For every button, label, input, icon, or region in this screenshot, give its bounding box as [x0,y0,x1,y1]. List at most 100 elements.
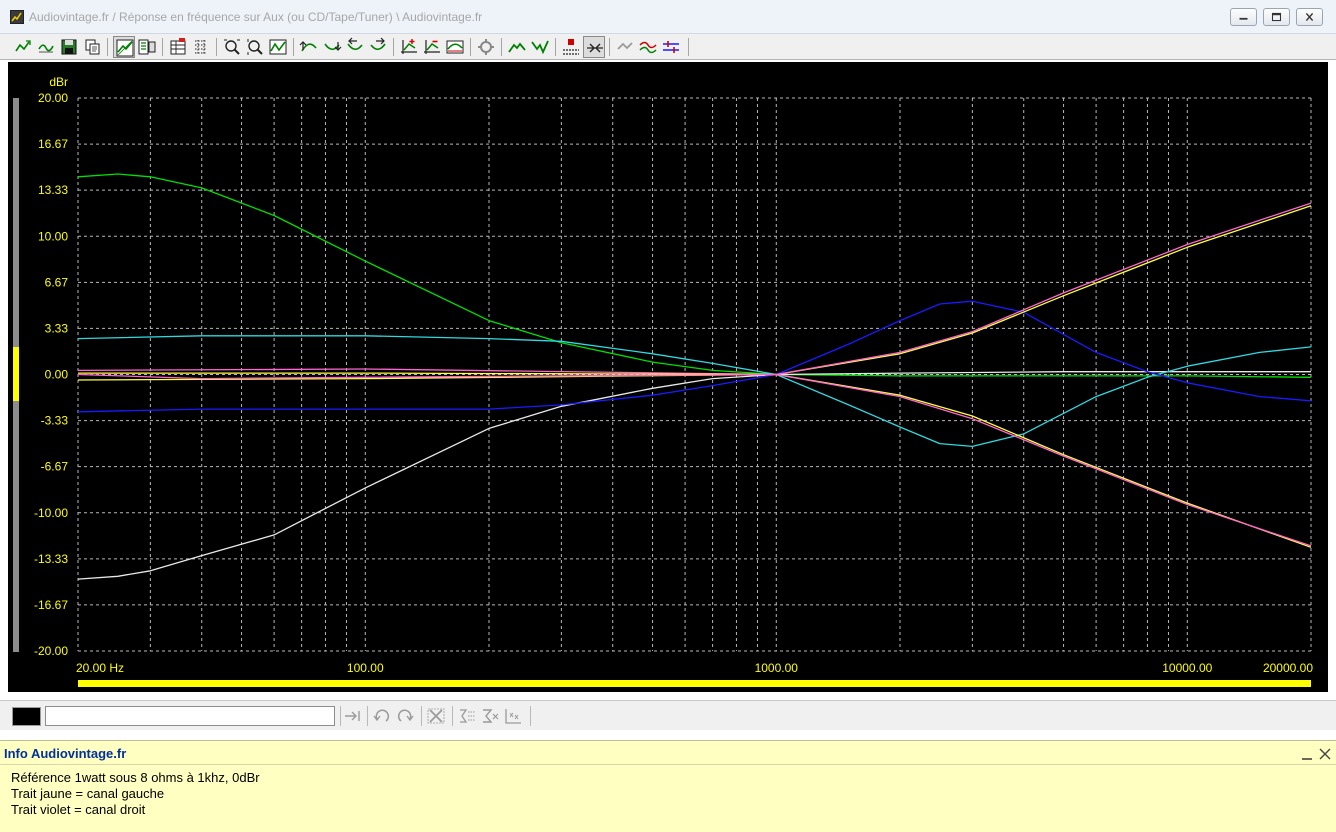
frequency-response-plot[interactable]: 20.00 16.67 13.33 10.00 6.67 3.33 0.00 -3.33 -6.… [8,62,1328,692]
adjust-icon[interactable] [660,36,682,58]
marker-curve-icon[interactable] [444,36,466,58]
y-tick-label: -16.67 [34,598,68,612]
cursor-down-icon[interactable] [506,36,528,58]
fit-curve-icon[interactable] [267,36,289,58]
level-scrollbar-thumb[interactable] [13,347,19,401]
pin-icon[interactable] [1300,747,1314,761]
frequency-scrollbar[interactable] [78,680,1311,687]
series-line-2 [77,371,1311,580]
graph-view-icon[interactable] [113,36,135,58]
info-divider [0,764,1336,765]
y-tick-label: -6.67 [41,460,69,474]
statusbar-separator [421,706,422,726]
rotate-right-icon[interactable] [394,706,416,726]
series-line-5 [77,205,1312,381]
statusbar-separator [340,706,341,726]
stats-icon[interactable] [502,706,524,726]
shift-right-icon[interactable] [367,36,389,58]
x-tick-label: 100.00 [347,661,384,675]
cursor-up-icon[interactable] [529,36,551,58]
y-tick-label: 10.00 [38,229,68,243]
graph-options-icon[interactable] [136,36,158,58]
curve-edit-icon[interactable] [35,36,57,58]
settings-icon[interactable] [475,36,497,58]
overlay-icon[interactable] [583,36,605,58]
toolbar-separator [107,38,108,56]
series-line-8 [77,373,1312,547]
y-tick-label: 13.33 [38,183,68,197]
marker-add-icon[interactable] [398,36,420,58]
x-tick-label: 20000.00 [1263,661,1313,675]
window-title: Audiovintage.fr / Réponse en fréquence s… [29,10,483,24]
toolbar-separator [293,38,294,56]
y-tick-label: 3.33 [45,321,69,335]
minimize-icon [1239,17,1248,20]
statusbar-separator [367,706,368,726]
average-icon[interactable] [637,36,659,58]
y-axis-label: dBr [49,75,68,89]
color-swatch[interactable] [12,707,41,726]
info-line-reference: Référence 1watt sous 8 ohms à 1khz, 0dBr [11,770,260,785]
close-icon[interactable] [1317,746,1333,762]
copy-icon[interactable] [81,36,103,58]
toolbar [0,34,1336,60]
close-button[interactable] [1296,8,1323,26]
x-tick-label: 10000.00 [1162,661,1212,675]
close-icon [1305,12,1314,22]
statusbar-separator [530,706,531,726]
delete-all-icon[interactable] [425,706,447,726]
maximize-icon [1271,12,1282,22]
undo-curve-icon[interactable] [614,36,636,58]
y-tick-label: -3.33 [41,414,69,428]
chart-curves [77,173,1312,580]
sum-icon[interactable] [479,706,501,726]
pixel-icon[interactable] [560,36,582,58]
x-tick-label: 1000.00 [755,661,799,675]
series-line-4 [77,300,1312,413]
series-line-1 [77,173,1312,378]
info-line-left-channel: Trait jaune = canal gauche [11,786,165,801]
info-title: Info Audiovintage.fr [4,746,127,761]
chart-canvas: 20.00 16.67 13.33 10.00 6.67 3.33 0.00 -3.33 -6.… [13,75,1313,687]
minimize-button[interactable] [1230,8,1257,26]
sum-options-icon[interactable] [456,706,478,726]
toolbar-separator [470,38,471,56]
y-tick-label: -13.33 [34,552,68,566]
shift-left-icon[interactable] [344,36,366,58]
y-tick-label: 6.67 [45,275,69,289]
toolbar-separator [216,38,217,56]
y-tick-label: 20.00 [38,91,68,105]
toolbar-separator [393,38,394,56]
curve-name-input[interactable] [45,706,335,726]
toolbar-separator [555,38,556,56]
info-line-right-channel: Trait violet = canal droit [11,802,146,817]
y-tick-label: 16.67 [38,137,68,151]
toolbar-separator [162,38,163,56]
zoom-y-icon[interactable] [244,36,266,58]
shift-up-icon[interactable] [298,36,320,58]
title-bar: Audiovintage.fr / Réponse en fréquence s… [0,0,1336,34]
toolbar-separator [609,38,610,56]
y-tick-label: -20.00 [34,644,68,658]
statusbar-separator [452,706,453,726]
maximize-button[interactable] [1263,8,1290,26]
rotate-left-icon[interactable] [371,706,393,726]
series-line-6 [77,202,1312,376]
series-line-3 [77,335,1312,448]
series-line-7 [78,372,1312,548]
y-tick-label: -10.00 [34,506,68,520]
marker-remove-icon[interactable] [421,36,443,58]
zoom-x-icon[interactable] [221,36,243,58]
shift-down-icon[interactable] [321,36,343,58]
x-tick-label: 20.00 Hz [76,661,124,675]
info-panel: Info Audiovintage.fr Référence 1watt sou… [0,740,1336,832]
curve-add-icon[interactable] [12,36,34,58]
y-tick-label: 0.00 [45,368,69,382]
toolbar-separator [501,38,502,56]
toolbar-separator [688,38,689,56]
arrow-merge-icon[interactable] [342,706,364,726]
table-icon[interactable] [167,36,189,58]
grid-icon[interactable] [190,36,212,58]
save-icon[interactable] [58,36,80,58]
status-bar [0,700,1336,730]
